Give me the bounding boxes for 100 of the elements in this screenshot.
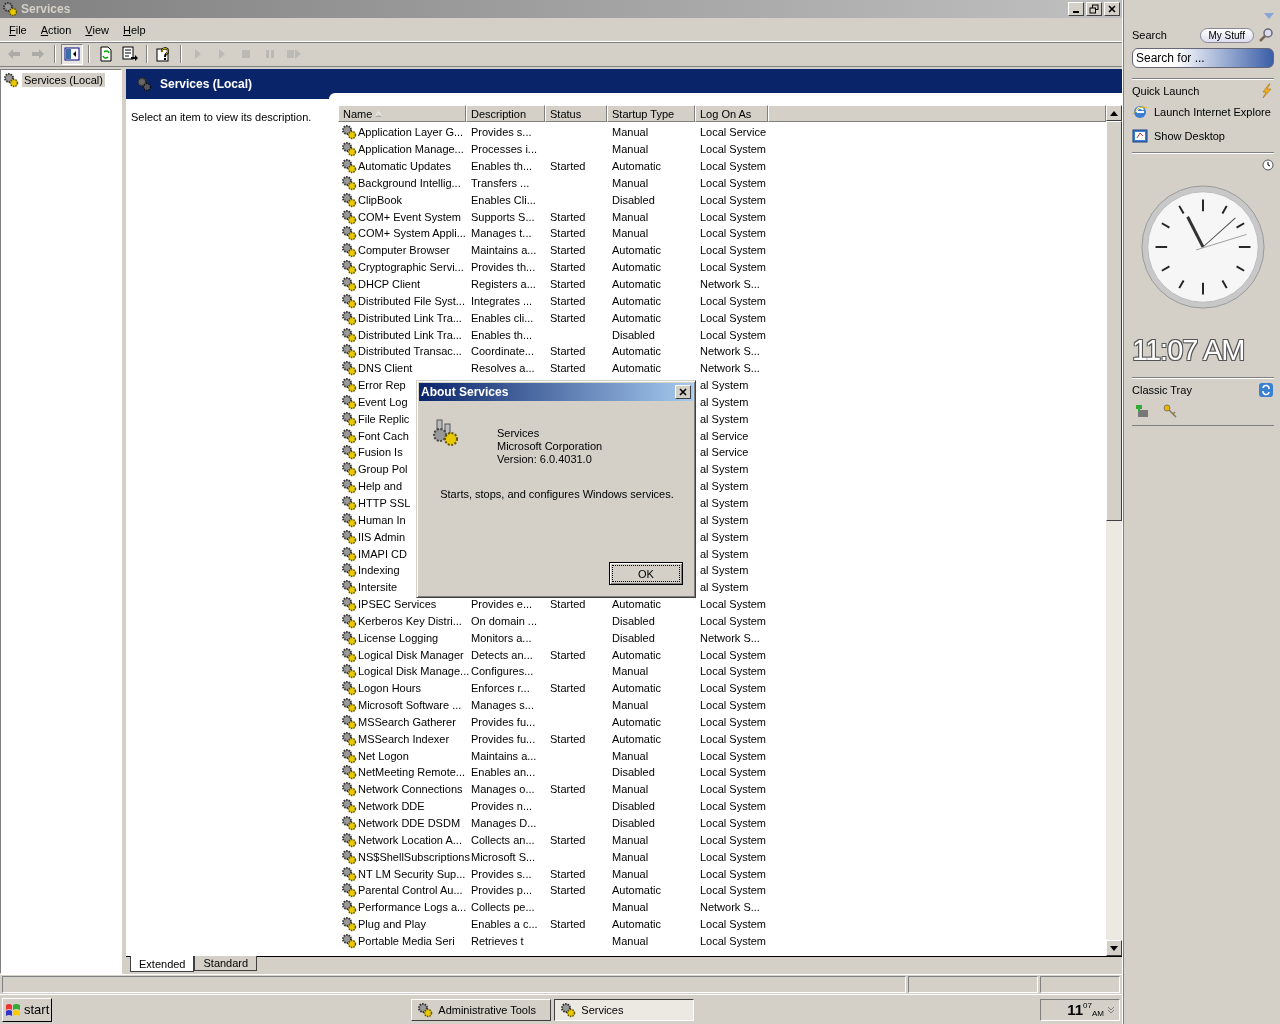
startup-type-cell: Automatic [612, 648, 661, 661]
name-cell[interactable]: Kerberos Key Distri... [358, 614, 462, 627]
view-tab[interactable]: Extended [130, 956, 195, 972]
description-cell: Processes i... [471, 143, 538, 156]
name-cell[interactable]: Intersite [358, 581, 398, 594]
name-cell[interactable]: Distributed Link Tra... [358, 328, 462, 341]
column-header[interactable]: Name [338, 105, 466, 122]
column-header[interactable]: Status [545, 105, 607, 122]
name-cell[interactable]: Group Pol [358, 463, 408, 476]
name-cell[interactable]: Human In [358, 513, 406, 526]
startup-type-cell: Automatic [612, 345, 661, 358]
ok-button[interactable]: OK [609, 562, 683, 585]
column-header[interactable]: Log On As [695, 105, 768, 122]
scroll-thumb[interactable] [1106, 121, 1122, 521]
name-cell[interactable]: Indexing [358, 564, 400, 577]
name-cell[interactable]: Net Logon [358, 749, 409, 762]
name-cell[interactable]: NT LM Security Sup... [358, 867, 466, 880]
taskbar-button[interactable]: Administrative Tools [411, 998, 552, 1021]
name-cell[interactable]: Plug and Play [358, 918, 426, 931]
name-cell[interactable]: Network Connections [358, 783, 463, 796]
chevron-icon[interactable] [1107, 1005, 1115, 1014]
name-cell[interactable]: Automatic Updates [358, 160, 451, 173]
name-cell[interactable]: Network DDE DSDM [358, 817, 461, 829]
name-cell[interactable]: Portable Media Seri [358, 934, 455, 947]
name-cell[interactable]: IMAPI CD [358, 547, 407, 560]
quick-launch-item[interactable]: Show Desktop [1132, 124, 1274, 148]
network-icon[interactable] [1134, 403, 1150, 419]
name-cell[interactable]: Network DDE [358, 800, 425, 813]
name-cell[interactable]: Fusion Is [358, 446, 403, 459]
name-cell[interactable]: Distributed File Syst... [358, 294, 465, 307]
name-cell[interactable]: Logon Hours [358, 682, 421, 695]
quick-launch-item[interactable]: Launch Internet Explore [1132, 100, 1274, 124]
log-on-cell: Local System [700, 176, 767, 189]
taskbar-button[interactable]: Services [554, 998, 695, 1021]
name-cell[interactable]: File Replic [358, 412, 410, 425]
name-cell[interactable]: Microsoft Software ... [358, 699, 462, 712]
column-header[interactable]: Description [466, 105, 545, 122]
column-header[interactable]: Startup Type [607, 105, 695, 122]
view-tab[interactable]: Standard [194, 956, 258, 971]
name-cell[interactable]: License Logging [358, 631, 439, 644]
startup-type-cell: Automatic [612, 884, 661, 897]
name-cell[interactable]: NS$ShellSubscriptions [358, 850, 470, 863]
name-cell[interactable]: Logical Disk Manager [358, 648, 464, 661]
log-on-cell: Local System [700, 193, 767, 206]
name-cell[interactable]: DHCP Client [358, 278, 421, 290]
name-cell[interactable]: DNS Client [358, 362, 413, 375]
gears-icon [341, 865, 357, 882]
startup-type-cell: Disabled [612, 614, 655, 627]
name-cell[interactable]: HTTP SSL [358, 497, 411, 509]
name-cell[interactable]: NetMeeting Remote... [358, 766, 465, 779]
name-cell[interactable]: Parental Control Au... [358, 884, 463, 897]
name-cell[interactable]: Computer Browser [358, 244, 450, 257]
description-cell: Registers a... [471, 278, 536, 290]
clock-icon[interactable] [1262, 159, 1274, 171]
name-cell[interactable]: Background Intellig... [358, 176, 461, 189]
start-button[interactable]: start [2, 997, 53, 1022]
refresh-icon[interactable] [1258, 382, 1274, 398]
name-cell[interactable]: IPSEC Services [358, 598, 437, 611]
menu-item[interactable]: Help [116, 22, 153, 37]
log-on-cell: Local System [700, 884, 767, 897]
close-button[interactable] [675, 385, 691, 399]
menu-item[interactable]: File [2, 22, 34, 37]
keys-icon[interactable] [1162, 403, 1178, 419]
name-cell[interactable]: MSSearch Gatherer [358, 715, 456, 728]
minimize-button[interactable] [1068, 2, 1084, 16]
menu-item[interactable]: Action [33, 22, 79, 37]
tree-button[interactable] [61, 43, 83, 65]
log-on-cell: al Service [700, 446, 749, 459]
name-cell[interactable]: MSSearch Indexer [358, 732, 450, 745]
name-cell[interactable]: Performance Logs a... [358, 901, 467, 914]
my-stuff-button[interactable]: My Stuff [1199, 27, 1254, 43]
search-field[interactable]: Search for ... [1132, 48, 1274, 68]
scroll-down-icon[interactable] [1110, 945, 1118, 951]
log-on-cell: al System [700, 480, 749, 493]
gears-icon [341, 916, 357, 933]
menu-item[interactable]: View [78, 22, 116, 37]
name-cell[interactable]: COM+ Event System [358, 210, 461, 223]
name-cell[interactable]: COM+ System Appli... [358, 227, 466, 240]
log-on-cell: Local System [700, 294, 767, 307]
name-cell[interactable]: Logical Disk Manage... [358, 665, 470, 678]
name-cell[interactable]: Distributed Transac... [358, 345, 462, 358]
name-cell[interactable]: IIS Admin [358, 530, 406, 543]
search-icon[interactable] [1258, 27, 1274, 43]
name-cell[interactable]: Error Rep [358, 379, 406, 392]
scroll-up-icon[interactable] [1110, 110, 1118, 116]
name-cell[interactable]: ClipBook [358, 193, 403, 206]
name-cell[interactable]: Distributed Link Tra... [358, 311, 462, 324]
name-cell[interactable]: Font Cach [358, 429, 409, 442]
tree-item[interactable]: Services (Local) [22, 73, 105, 87]
description-cell: Transfers ... [471, 176, 530, 189]
name-cell[interactable]: Network Location A... [358, 833, 462, 846]
name-cell[interactable]: Event Log [358, 395, 408, 408]
name-cell[interactable]: Cryptographic Servi... [358, 261, 464, 274]
gears-icon [341, 377, 357, 394]
close-button[interactable] [1104, 2, 1120, 16]
restore-button[interactable] [1086, 2, 1102, 16]
vertical-scrollbar[interactable] [1106, 105, 1122, 956]
name-cell[interactable]: Help and [358, 480, 403, 493]
name-cell[interactable]: Application Layer G... [358, 126, 464, 139]
name-cell[interactable]: Application Manage... [358, 143, 464, 156]
